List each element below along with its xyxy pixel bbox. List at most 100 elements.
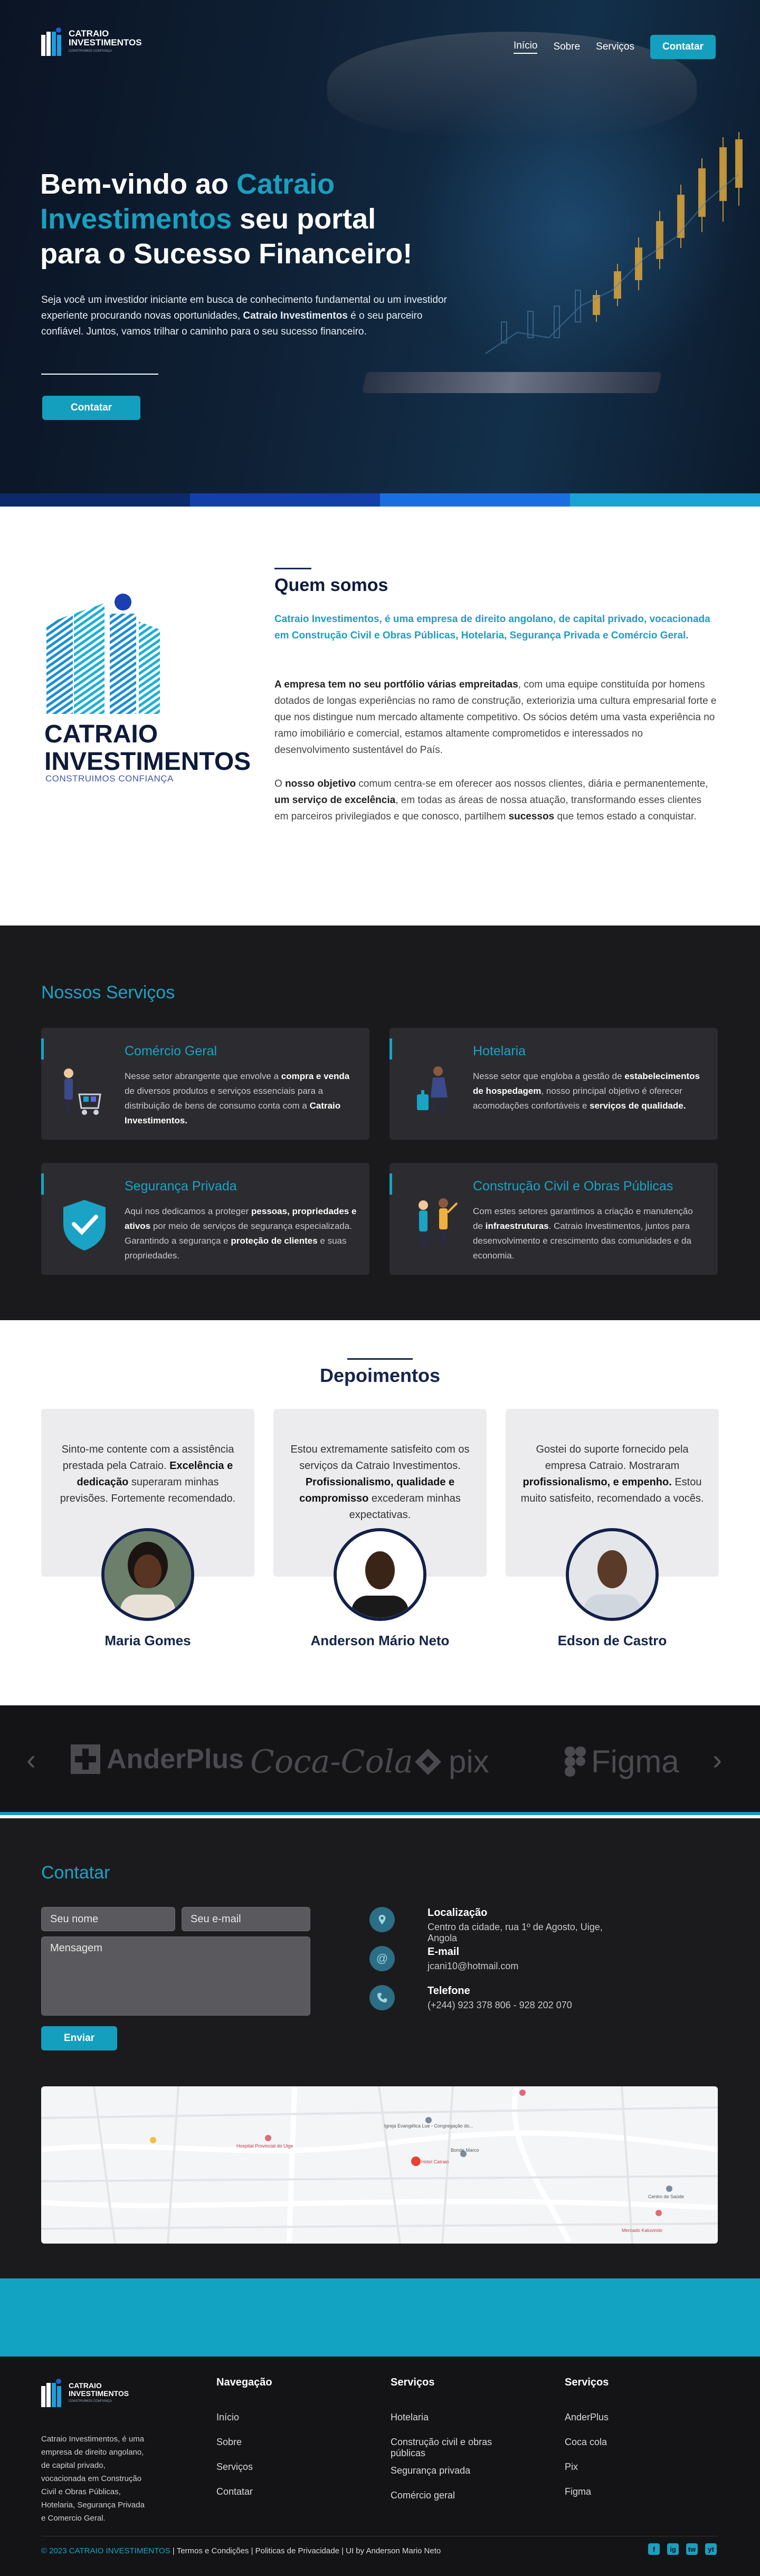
footer-col-navigation: Navegação Início Sobre Serviços Contatar xyxy=(216,2377,354,2511)
footer-copyright: © 2023 CATRAIO INVESTIMENTOS | Termos e … xyxy=(41,2546,441,2555)
footer-description: Catraio Investimentos, é uma empresa de … xyxy=(41,2435,145,2523)
footer-link[interactable]: Sobre xyxy=(216,2437,354,2448)
footer-link[interactable]: Construção civil e obras públicas xyxy=(391,2437,507,2459)
about-p2-bold: A empresa tem no seu portfólio várias em… xyxy=(274,679,518,690)
shopping-illustration-icon xyxy=(64,1068,101,1115)
service-title: Segurança Privada xyxy=(125,1179,237,1194)
footer-link[interactable]: AnderPlus xyxy=(565,2412,702,2423)
about-paragraph-portfolio: A empresa tem no seu portfólio várias em… xyxy=(274,676,718,758)
footer-link[interactable]: Comércio geral xyxy=(391,2490,507,2501)
service-card-construcao[interactable]: Construção Civil e Obras Públicas Com es… xyxy=(390,1163,718,1275)
hero-section: CATRAIO INVESTIMENTOS CONSTRUIMOS CONFIA… xyxy=(0,0,760,507)
brand-tagline: CONSTRUIMOS CONFIANÇA xyxy=(69,49,112,53)
about-p3-a: O xyxy=(274,778,286,789)
service-description: Com estes setores garantimos a criação e… xyxy=(473,1204,705,1263)
testimonial-name: Maria Gomes xyxy=(104,1633,191,1648)
twitter-icon[interactable]: tw xyxy=(686,2543,698,2555)
testimonial-quote: Gostei do suporte fornecido pela empresa… xyxy=(518,1442,706,1507)
about-logo-wordmark: CATRAIO INVESTIMENTOS xyxy=(44,721,251,776)
partner-name: AnderPlus xyxy=(107,1744,244,1774)
hero-strip-4 xyxy=(570,493,760,507)
service-title: Construção Civil e Obras Públicas xyxy=(473,1179,673,1194)
footer-link[interactable]: Pix xyxy=(565,2461,702,2473)
hero-title: Bem-vindo ao Catraio Investimentos seu p… xyxy=(40,167,441,271)
instagram-icon[interactable]: ig xyxy=(667,2543,679,2555)
avatar-portrait-image xyxy=(337,1531,423,1618)
contact-phone: Telefone (+244) 923 378 806 - 928 202 07… xyxy=(369,1985,633,2017)
services-title: Nossos Serviços xyxy=(41,982,175,1003)
footer-link[interactable]: Figma xyxy=(565,2486,702,2497)
partner-logo-pix: pix xyxy=(413,1743,489,1780)
header-logo[interactable]: CATRAIO INVESTIMENTOS CONSTRUIMOS CONFIA… xyxy=(41,26,142,58)
footer-col-title: Serviços xyxy=(391,2377,435,2388)
service-card-comercio[interactable]: Comércio Geral Nesse setor abrangente qu… xyxy=(41,1028,369,1140)
map-label: Igreja Evangélica Lue - Congregação do..… xyxy=(384,2123,473,2129)
avatar xyxy=(334,1528,426,1621)
contact-info-label: Localização xyxy=(428,1907,488,1919)
youtube-icon[interactable]: yt xyxy=(705,2543,717,2555)
about-logo-line2: INVESTIMENTOS xyxy=(44,748,251,776)
partner-logo-cocacola: Coca-Cola xyxy=(250,1743,413,1780)
testimonial-name: Anderson Mário Neto xyxy=(310,1633,450,1648)
footer-brand-name: CATRAIO INVESTIMENTOS CONSTRUIMOS CONFIA… xyxy=(69,2381,129,2406)
partners-carousel: ‹ AnderPlus Coca-Cola pix Figma › xyxy=(0,1705,760,1815)
footer-link[interactable]: Início xyxy=(216,2412,354,2423)
footer-brand-line2: INVESTIMENTOS xyxy=(69,2389,129,2398)
traveler-illustration-icon xyxy=(417,1066,448,1113)
footer-link[interactable]: Serviços xyxy=(216,2461,354,2473)
legal-links[interactable]: | Termos e Condições | Politicas de Priv… xyxy=(170,2546,441,2555)
svc-bold: compra e venda xyxy=(281,1071,350,1081)
message-textarea[interactable] xyxy=(41,1936,310,2016)
nav-item-inicio[interactable]: Início xyxy=(514,40,538,54)
name-input[interactable] xyxy=(41,1907,175,1931)
map-label: Mercado Kaluvindo xyxy=(622,2228,662,2233)
footer-link[interactable]: Hotelaria xyxy=(391,2412,507,2423)
phone-icon xyxy=(369,1985,395,2010)
service-card-hotelaria[interactable]: Hotelaria Nesse setor que engloba a gest… xyxy=(390,1028,718,1140)
hero-strip-1 xyxy=(0,493,190,507)
main-menu: Início Sobre Serviços Contatar xyxy=(514,35,716,59)
brand-name: CATRAIO INVESTIMENTOS CONSTRUIMOS CONFIA… xyxy=(69,29,142,56)
hero-strip-3 xyxy=(380,493,570,507)
location-pin-icon xyxy=(369,1907,395,1932)
nav-contact-button[interactable]: Contatar xyxy=(650,35,716,59)
footer-col-partners: Serviços AnderPlus Coca cola Pix Figma xyxy=(565,2377,702,2511)
map-label: Centro de Saúde xyxy=(648,2194,684,2199)
figma-icon xyxy=(565,1746,586,1777)
about-title-bar xyxy=(274,568,311,569)
svc-bold: serviços de qualidade. xyxy=(590,1101,686,1111)
service-title: Comércio Geral xyxy=(125,1044,217,1058)
carousel-prev-chevron-icon[interactable]: ‹ xyxy=(26,1743,36,1776)
hero-text-bold: Catraio Investimentos xyxy=(243,310,348,321)
location-map[interactable]: Hospital Provincial do Uige Igreja Evang… xyxy=(41,2086,718,2244)
footer-link[interactable]: Contatar xyxy=(216,2486,354,2497)
footer-brand-tagline: CONSTRUIMOS CONFIANÇA xyxy=(69,2399,112,2403)
email-input[interactable] xyxy=(182,1907,310,1931)
quote-bold: profissionalismo, e empenho. xyxy=(522,1476,672,1488)
brand-name-line2: INVESTIMENTOS xyxy=(69,37,142,47)
footer-logo[interactable]: CATRAIO INVESTIMENTOS CONSTRUIMOS CONFIA… xyxy=(41,2378,129,2409)
service-card-seguranca[interactable]: Segurança Privada Aqui nos dedicamos a p… xyxy=(41,1163,369,1275)
about-p3-f: sucessos xyxy=(508,811,555,822)
nav-item-sobre[interactable]: Sobre xyxy=(553,41,580,53)
map-label: Hospital Provincial do Uige xyxy=(236,2143,293,2149)
avatar xyxy=(101,1528,194,1621)
contact-info-value[interactable]: jcani10@hotmail.com xyxy=(428,1961,518,1972)
nav-item-servicos[interactable]: Serviços xyxy=(596,41,634,53)
about-logo-line1: CATRAIO xyxy=(44,720,158,748)
svc-text: Nesse setor abrangente que envolve a xyxy=(125,1071,281,1081)
site-footer: CATRAIO INVESTIMENTOS CONSTRUIMOS CONFIA… xyxy=(0,2356,760,2576)
accent-band xyxy=(0,2278,760,2356)
facebook-icon[interactable]: f xyxy=(648,2543,660,2555)
svc-text: Nesse setor que engloba a gestão de xyxy=(473,1071,625,1081)
service-description: Nesse setor que engloba a gestão de esta… xyxy=(473,1069,705,1113)
at-sign-icon: @ xyxy=(369,1946,395,1971)
send-button[interactable]: Enviar xyxy=(41,2026,117,2050)
footer-link[interactable]: Coca cola xyxy=(565,2437,702,2448)
carousel-next-chevron-icon[interactable]: › xyxy=(712,1743,722,1776)
about-title: Quem somos xyxy=(274,575,388,595)
hero-contact-button[interactable]: Contatar xyxy=(42,396,140,420)
footer-link[interactable]: Segurança privada xyxy=(391,2465,507,2476)
hero-description: Seja você um investidor iniciante em bus… xyxy=(41,292,453,340)
footer-brand-line1: CATRAIO xyxy=(69,2381,102,2390)
